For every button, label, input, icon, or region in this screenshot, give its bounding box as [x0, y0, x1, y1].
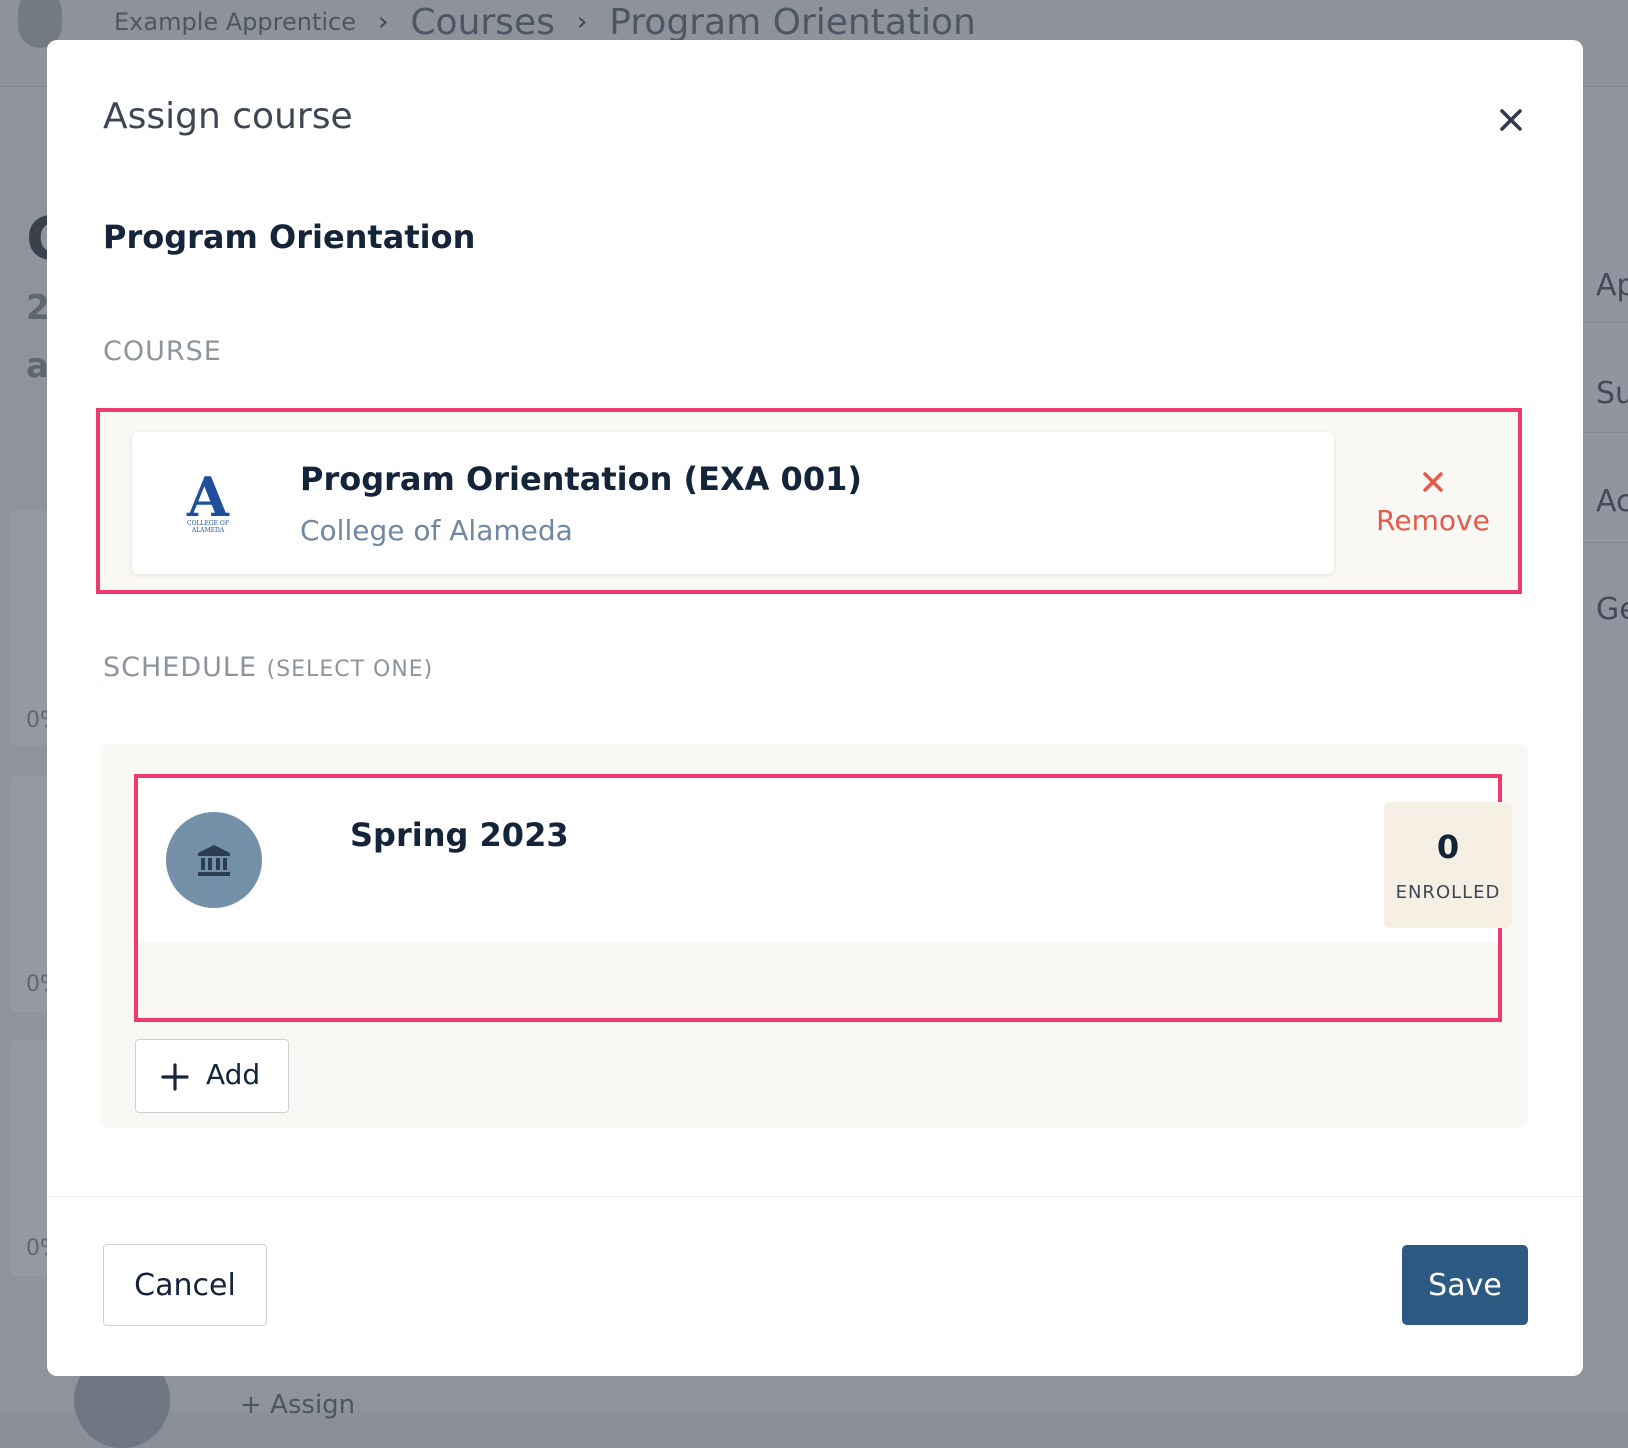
side-panel-item: Ge — [1596, 592, 1628, 627]
chevron-right-icon: › — [576, 7, 588, 37]
schedule-option[interactable]: Spring 2023 0 ENROLLED — [138, 778, 1512, 942]
course-name: Program Orientation (EXA 001) — [300, 460, 862, 498]
side-panel-item: Ac — [1596, 484, 1628, 519]
enrolled-count: 0 — [1436, 828, 1460, 866]
save-button[interactable]: Save — [1402, 1245, 1528, 1325]
background-assign-button: + Assign — [240, 1390, 356, 1420]
modal-title: Assign course — [103, 96, 353, 137]
svg-text:ALAMEDA: ALAMEDA — [191, 527, 225, 534]
college-logo: A COLLEGE OF ALAMEDA — [186, 470, 230, 534]
close-button[interactable] — [1493, 102, 1529, 138]
remove-course-button[interactable]: Remove — [1369, 468, 1497, 558]
course-title: Program Orientation — [103, 218, 476, 256]
selected-course-card: A COLLEGE OF ALAMEDA Program Orientation… — [132, 432, 1334, 574]
side-panel-item: Ap — [1596, 268, 1628, 303]
background-text-fragment: a — [26, 346, 49, 386]
assign-course-modal: Assign course Program Orientation COURSE… — [47, 40, 1583, 1376]
chevron-right-icon: › — [378, 7, 389, 37]
remove-label: Remove — [1376, 504, 1490, 537]
breadcrumb-current: Program Orientation — [609, 1, 976, 43]
course-school-link[interactable]: College of Alameda — [300, 514, 573, 547]
cancel-button[interactable]: Cancel — [103, 1244, 267, 1326]
schedule-name: Spring 2023 — [350, 816, 569, 854]
x-icon — [1423, 472, 1443, 492]
background-assign-label: Assign — [270, 1390, 356, 1420]
institution-glyph — [198, 845, 230, 876]
add-label: Add — [206, 1058, 261, 1091]
schedule-section-label: SCHEDULE (SELECT ONE) — [103, 652, 433, 683]
plus-icon — [161, 1063, 189, 1091]
side-panel-item: Su — [1596, 376, 1628, 411]
schedule-label: SCHEDULE — [103, 652, 258, 683]
svg-text:COLLEGE OF: COLLEGE OF — [187, 520, 229, 527]
breadcrumb: Example Apprentice › Courses › Program O… — [114, 0, 976, 44]
breadcrumb-apprentice[interactable]: Example Apprentice — [114, 8, 356, 36]
course-section-label: COURSE — [103, 336, 222, 367]
schedule-hint: (SELECT ONE) — [266, 657, 434, 682]
enrolled-label: ENROLLED — [1395, 882, 1501, 903]
breadcrumb-courses[interactable]: Courses — [410, 2, 554, 43]
institution-icon — [166, 812, 262, 908]
close-icon — [1500, 109, 1522, 131]
footer-divider — [47, 1196, 1583, 1197]
add-schedule-button[interactable]: Add — [135, 1039, 289, 1113]
enrolled-badge: 0 ENROLLED — [1384, 802, 1512, 928]
